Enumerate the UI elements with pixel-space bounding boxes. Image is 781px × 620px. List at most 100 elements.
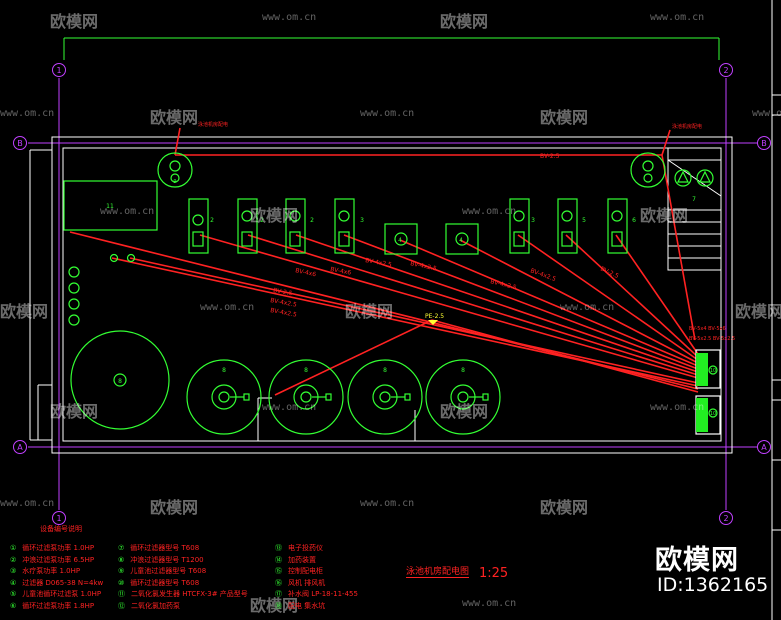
equipment-pump [607,198,628,254]
top-left-note: 泳池机房配电 [198,121,228,128]
legend-item-text: 配电 集水坑 [288,601,326,610]
legend-item-number: ⑦ [118,544,125,552]
equipment-number: 10 [710,411,716,417]
right-note: 泳池机房配电 [672,123,702,130]
axis-label-rowB-right: B [761,139,767,148]
legend-header: 设备编号说明 [40,525,82,533]
equipment-number: 9 [173,179,176,185]
legend-item-text: 儿童池循环过滤泵 1.0HP [22,590,102,598]
legend-item-number: ⑩ [118,578,125,587]
equipment-number: 2 [260,217,264,224]
legend-item-number: ⑫ [118,601,125,610]
legend-item-number: ⑭ [275,555,282,564]
cable-label: PE-2.5 [425,313,444,320]
equipment-number: 3 [531,217,535,224]
legend-item-text: 过滤器 D065-38 N=4kw [22,578,104,587]
legend-item-number: ① [10,544,17,552]
staircase [667,147,722,271]
legend-item-number: ② [10,555,17,564]
legend-item-number: ④ [10,578,17,587]
equipment-number: 2 [210,217,214,224]
equipment-pump [237,198,258,254]
equipment-pump [334,198,355,254]
legend-item: ⑤ 儿童池循环过滤泵 1.0HP [10,589,101,599]
equipment-number: 6 [632,217,636,224]
legend-item: ⑦ 循环过滤器型号 T608 [118,543,199,553]
legend-item: ② 冲浪过滤泵功率 6.5HP [10,555,94,565]
legend-item: ⑥ 循环过滤泵功率 1.8HP [10,601,94,611]
cable-label: BV-2.5 [599,265,620,280]
legend-item-text: 循环过滤器型号 T608 [130,544,200,552]
legend-item-text: 循环过滤泵功率 1.8HP [22,601,95,610]
legend-item-number: ⑱ [275,601,282,610]
legend-item-text: 控制配电柜 [288,567,323,575]
equipment-number: 8 [222,367,226,374]
equipment-small-valve [68,266,80,278]
axis-label-rowA-right: A [761,443,767,452]
floor-plan-drawing: 1 1 2 2 B B A A BV-2.5 BV-4x6 BV-4x6 BV-… [13,0,781,620]
right-note-2: BV-5x2.5 BV-5x2.5 [689,336,735,342]
legend-item-text: 风机 排风机 [288,578,326,587]
legend-item-number: ⑥ [10,601,17,610]
axis-label-col2-bottom: 2 [723,514,728,523]
legend-item-text: 二氧化氯加药泵 [131,601,180,610]
equipment-number: 3 [360,217,364,224]
legend-item: ⑭ 加药装置 [275,555,316,565]
legend-item-number: ⑰ [275,590,282,598]
legend-item-number: ⑨ [118,567,125,575]
legend-item-text: 循环过滤泵功率 1.0HP [22,544,95,552]
legend-item-text: 电子投药仪 [288,544,323,552]
legend-item-text: 循环过滤器型号 T608 [130,578,200,587]
equipment-number: 2 [310,217,314,224]
axis-label-col1-top: 1 [56,66,61,75]
cable-label: BV-4x2.5 [270,307,298,319]
legend-item: ⑬ 电子投药仪 [275,543,323,553]
cable-label: BV-4x6 [295,267,317,278]
legend-item: ⑯ 风机 排风机 [275,578,325,588]
legend-item-text: 冲浪过滤泵功率 6.5HP [22,555,95,564]
legend-item: ⑫ 二氧化氯加药泵 [118,601,180,611]
axis-label-rowA-left: A [17,443,23,452]
equipment-small-valve [68,298,80,310]
right-note-1: BV-5x4 BV-5x6 [689,326,726,332]
legend-item: ⑮ 控制配电柜 [275,566,323,576]
equipment-pump [509,198,530,254]
drawing-title: 泳池机房配电图 [406,564,470,578]
legend-item-number: ③ [10,567,17,575]
cable-label: BV-4x2.5 [410,260,438,272]
legend-item: ⑧ 冲浪过滤器型号 T1200 [118,555,204,565]
legend-item-text: 二氧化氯发生器 HTCFX-3# 产品型号 [131,590,248,598]
legend-item: ⑱ 配电 集水坑 [275,601,325,611]
cable-label: BV-2.5 [540,153,560,160]
brand-logo: 欧模网 [655,545,739,576]
legend-item-number: ⑪ [118,590,125,598]
equipment-pump [285,198,306,254]
legend-item-text: 水疗泵功率 1.0HP [22,567,81,575]
equipment-number: 11 [106,203,114,210]
equipment-small-valve [68,314,80,326]
cable-label: BV-4x2.5 [490,278,518,291]
equipment-number: 8 [461,367,465,374]
equipment-number: 4 [398,237,402,244]
legend-item-number: ⑯ [275,578,282,587]
title-block-strip [771,0,781,620]
equipment-number: 7 [692,196,696,203]
legend-item: ③ 水疗泵功率 1.0HP [10,566,80,576]
equipment-number: 10 [710,368,716,374]
legend-item: ⑰ 补水阀 LP-18-11-455 [275,589,358,599]
equipment-number: 8 [383,367,387,374]
equipment-number: 8 [304,367,308,374]
legend-item: ⑪ 二氧化氯发生器 HTCFX-3# 产品型号 [118,589,248,599]
legend-item-text: 冲浪过滤器型号 T1200 [130,555,204,564]
distribution-panel [695,395,721,435]
legend-item-text: 加药装置 [288,555,316,564]
equipment-number: 8 [118,378,122,385]
legend-item-number: ⑮ [275,567,282,575]
equipment-pump [188,198,209,254]
axis-label-col2-top: 2 [723,66,728,75]
equipment-small-valve [68,282,80,294]
equipment-number: 4 [459,237,463,244]
legend-item-text: 儿童池过滤器型号 T608 [130,567,207,575]
equipment-pump [557,198,578,254]
legend-item: ⑩ 循环过滤器型号 T608 [118,578,199,588]
